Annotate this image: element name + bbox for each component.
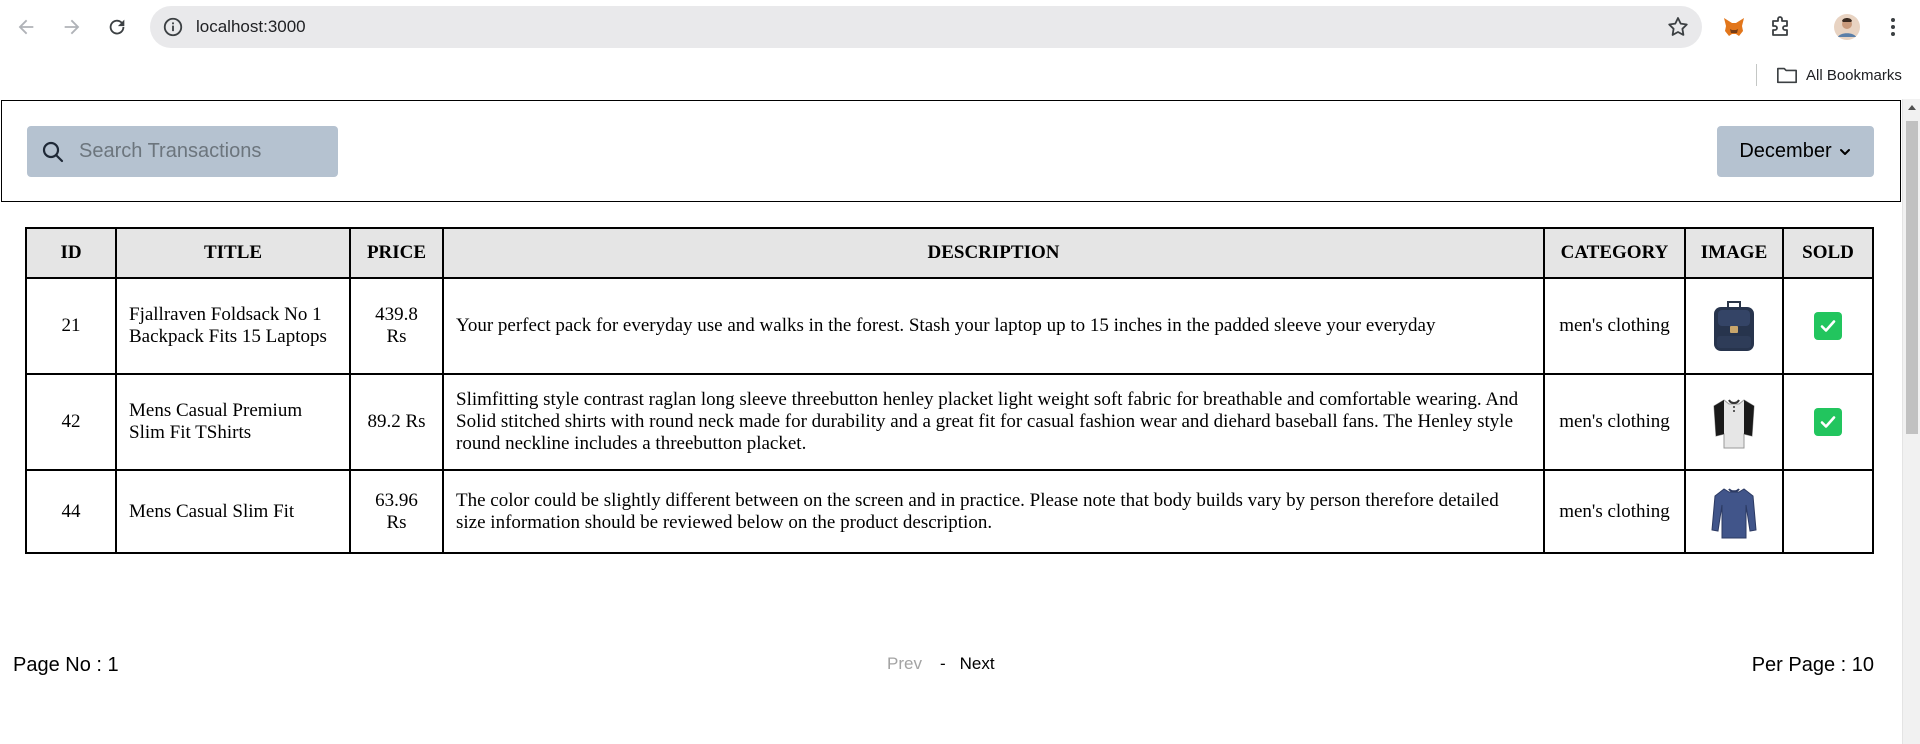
back-button[interactable] <box>9 10 43 44</box>
puzzle-icon <box>1772 16 1788 36</box>
cell-description: Slimfitting style contrast raglan long s… <box>442 373 1545 471</box>
cell-id: 44 <box>25 469 117 554</box>
table-row: 21 Fjallraven Foldsack No 1 Backpack Fit… <box>25 277 1874 375</box>
reload-button[interactable] <box>100 10 134 44</box>
star-icon[interactable] <box>1666 15 1690 39</box>
arrow-left-icon <box>18 19 34 35</box>
filter-header: December <box>1 100 1901 202</box>
column-header-description: DESCRIPTION <box>442 227 1545 279</box>
sold-checkbox[interactable] <box>1814 312 1842 340</box>
vertical-scrollbar[interactable] <box>1902 99 1920 744</box>
pagination-separator: - <box>939 654 946 673</box>
cell-image <box>1684 373 1784 471</box>
all-bookmarks-link[interactable]: All Bookmarks <box>1806 53 1902 99</box>
column-header-title: TITLE <box>115 227 351 279</box>
column-header-sold: SOLD <box>1782 227 1874 279</box>
scroll-up-arrow-icon[interactable] <box>1908 105 1916 110</box>
info-icon[interactable] <box>162 16 184 38</box>
avatar-icon <box>1834 14 1860 40</box>
cell-category: men's clothing <box>1543 373 1686 471</box>
table-header-row: ID TITLE PRICE DESCRIPTION CATEGORY IMAG… <box>25 227 1874 279</box>
cell-price: 439.8 Rs <box>349 277 444 375</box>
chevron-down-icon <box>1839 148 1850 155</box>
table-row: 44 Mens Casual Slim Fit 63.96 Rs The col… <box>25 469 1874 554</box>
per-page-count: Per Page : 10 <box>1751 654 1874 676</box>
cell-description: The color could be slightly different be… <box>442 469 1545 554</box>
profile-avatar[interactable] <box>1832 12 1862 42</box>
transactions-table: ID TITLE PRICE DESCRIPTION CATEGORY IMAG… <box>25 227 1874 554</box>
arrow-right-icon <box>64 19 80 35</box>
cell-id: 21 <box>25 277 117 375</box>
search-input[interactable] <box>79 126 329 177</box>
column-header-id: ID <box>25 227 117 279</box>
extensions-button[interactable] <box>1766 12 1796 42</box>
column-header-category: CATEGORY <box>1543 227 1686 279</box>
bookmarks-divider <box>1756 64 1757 86</box>
cell-price: 89.2 Rs <box>349 373 444 471</box>
forward-button[interactable] <box>55 10 89 44</box>
column-header-price: PRICE <box>349 227 444 279</box>
cell-sold <box>1782 373 1874 471</box>
table-row: 42 Mens Casual Premium Slim Fit TShirts … <box>25 373 1874 471</box>
cell-title: Fjallraven Foldsack No 1 Backpack Fits 1… <box>115 277 351 375</box>
page-number: Page No : 1 <box>13 654 119 676</box>
address-bar[interactable]: localhost:3000 <box>150 6 1702 48</box>
cell-description: Your perfect pack for everyday use and w… <box>442 277 1545 375</box>
url-text[interactable]: localhost:3000 <box>196 6 306 48</box>
page-content: December ID TITLE PRICE DESCRIPTION CATE… <box>0 99 1902 744</box>
cell-sold <box>1782 277 1874 375</box>
cell-title: Mens Casual Slim Fit <box>115 469 351 554</box>
cell-sold <box>1782 469 1874 554</box>
metamask-extension-button[interactable] <box>1719 12 1749 42</box>
checkmark-icon <box>1820 416 1836 428</box>
backpack-image <box>1714 301 1754 351</box>
tshirt-image <box>1713 399 1755 449</box>
folder-icon[interactable] <box>1776 65 1798 85</box>
kebab-menu-icon <box>1891 18 1895 36</box>
scrollbar-thumb[interactable] <box>1906 121 1918 434</box>
reload-icon <box>109 19 125 35</box>
bookmarks-bar: All Bookmarks <box>0 53 1920 99</box>
longsleeve-image <box>1711 487 1757 538</box>
search-icon <box>42 141 64 163</box>
month-select-label: December <box>1739 140 1832 162</box>
prev-button[interactable]: Prev <box>887 654 922 674</box>
pagination: Prev - Next <box>887 654 995 674</box>
next-button[interactable]: Next <box>960 654 995 674</box>
fox-icon <box>1724 18 1744 36</box>
search-box[interactable] <box>27 126 338 177</box>
month-select[interactable]: December <box>1717 126 1874 177</box>
browser-menu-button[interactable] <box>1878 12 1908 42</box>
browser-toolbar: localhost:3000 <box>0 0 1920 53</box>
cell-title: Mens Casual Premium Slim Fit TShirts <box>115 373 351 471</box>
page-viewport: December ID TITLE PRICE DESCRIPTION CATE… <box>0 99 1920 744</box>
column-header-image: IMAGE <box>1684 227 1784 279</box>
cell-image <box>1684 277 1784 375</box>
cell-image <box>1684 469 1784 554</box>
cell-category: men's clothing <box>1543 277 1686 375</box>
checkmark-icon <box>1820 320 1836 332</box>
cell-price: 63.96 Rs <box>349 469 444 554</box>
sold-checkbox[interactable] <box>1814 408 1842 436</box>
cell-category: men's clothing <box>1543 469 1686 554</box>
cell-id: 42 <box>25 373 117 471</box>
